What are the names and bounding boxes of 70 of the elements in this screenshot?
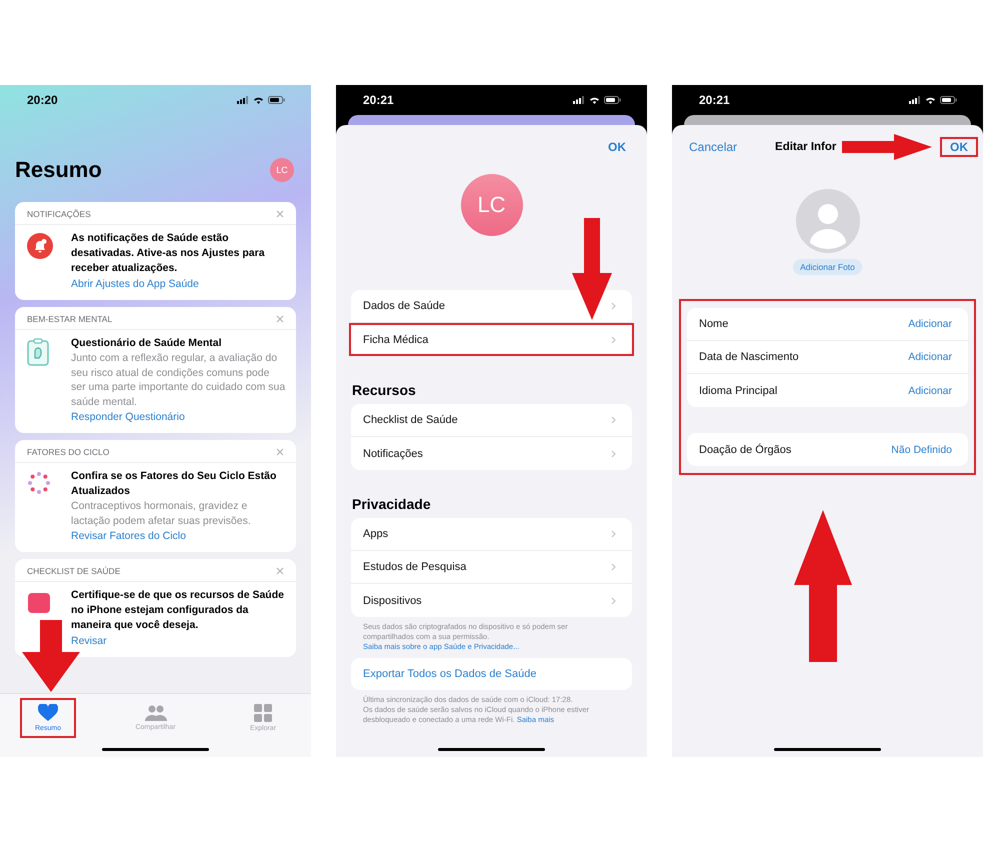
- export-button[interactable]: Exportar Todos os Dados de Saúde: [351, 658, 632, 690]
- card-title: As notificações de Saúde estão desativadas. Ative-as nos Ajustes para receber atualizações.: [71, 231, 266, 276]
- field-value[interactable]: Adicionar: [908, 351, 952, 363]
- ok-button[interactable]: OK: [940, 137, 978, 157]
- status-time: 20:20: [27, 93, 58, 107]
- battery-icon: [940, 96, 957, 104]
- screen-title: Resumo: [15, 157, 102, 183]
- field-label: Nome: [699, 318, 728, 330]
- close-icon[interactable]: [276, 567, 284, 575]
- close-icon[interactable]: [276, 315, 284, 323]
- card-description: Contraceptivos hormonais, gravidez e lactação podem afetar suas previsões.: [71, 499, 252, 528]
- status-time: 20:21: [363, 93, 394, 107]
- grid-icon: [254, 704, 272, 722]
- card-header: NOTIFICAÇÕES: [27, 209, 91, 219]
- card-link[interactable]: Abrir Ajustes do App Saúde: [71, 276, 286, 292]
- battery-icon: [604, 96, 621, 104]
- field-value[interactable]: Não Definido: [891, 444, 952, 456]
- ok-button[interactable]: OK: [602, 137, 632, 157]
- clipboard-icon: [27, 338, 49, 366]
- wifi-icon: [253, 96, 264, 104]
- list-row[interactable]: Apps: [351, 518, 632, 551]
- card-link[interactable]: Revisar Fatores do Ciclo: [71, 528, 286, 544]
- list-row[interactable]: Checklist de Saúde: [351, 404, 632, 437]
- profile-avatar: LC: [460, 174, 522, 236]
- wifi-icon: [589, 96, 600, 104]
- heart-icon: [38, 704, 58, 722]
- card-title: Confira se os Fatores do Seu Ciclo Estão Atualizados: [71, 469, 278, 499]
- profile-avatar[interactable]: LC: [270, 158, 294, 182]
- bell-icon: [27, 233, 53, 259]
- card-link[interactable]: Revisar: [71, 633, 286, 649]
- sheet-title: Editar Infor: [774, 141, 838, 153]
- person-silhouette-icon: [796, 189, 860, 253]
- signal-icon: [237, 96, 249, 104]
- checklist-icon: [27, 590, 51, 614]
- list-row[interactable]: Dispositivos: [351, 584, 632, 617]
- chevron-icon: [611, 336, 616, 344]
- card-header: FATORES DO CICLO: [27, 447, 110, 457]
- chevron-icon: [611, 302, 616, 310]
- card-title: Questionário de Saúde Mental: [71, 336, 223, 351]
- chevron-icon: [611, 596, 616, 604]
- card-link[interactable]: Responder Questionário: [71, 409, 286, 425]
- field-label: Data de Nascimento: [699, 351, 799, 363]
- chevron-icon: [611, 416, 616, 424]
- section-heading: Recursos: [352, 382, 417, 398]
- close-icon[interactable]: [276, 210, 284, 218]
- signal-icon: [573, 96, 585, 104]
- card-description: Junto com a reflexão regular, a avaliação do seu risco atual de condições comuns pode ser uma parte importante do cuidado com sua saúde mental.: [71, 351, 286, 409]
- people-icon: [144, 705, 166, 721]
- card-title: Certifique-se de que os recursos de Saúde no iPhone estejam configurados da maneira que você deseja.: [71, 588, 285, 633]
- list-row[interactable]: Estudos de Pesquisa: [351, 551, 632, 584]
- status-time: 20:21: [699, 93, 730, 107]
- chevron-icon: [611, 450, 616, 458]
- close-icon[interactable]: [276, 448, 284, 456]
- list-row[interactable]: Ficha Médica: [349, 323, 634, 356]
- signal-icon: [909, 96, 921, 104]
- cancel-button[interactable]: Cancelar: [687, 137, 744, 157]
- battery-icon: [268, 96, 285, 104]
- field-label: Idioma Principal: [699, 384, 778, 396]
- field-value[interactable]: Adicionar: [908, 318, 952, 330]
- field-label: Doação de Órgãos: [699, 444, 792, 456]
- wifi-icon: [925, 96, 936, 104]
- list-row[interactable]: Notificações: [351, 437, 632, 470]
- section-heading: Privacidade: [352, 496, 432, 512]
- dotted-ring-icon: [27, 471, 51, 495]
- add-photo-button[interactable]: Adicionar Foto: [793, 259, 862, 275]
- card-header: CHECKLIST DE SAÚDE: [27, 566, 120, 576]
- card-header: BEM-ESTAR MENTAL: [27, 314, 112, 324]
- chevron-icon: [611, 530, 616, 538]
- field-value[interactable]: Adicionar: [908, 384, 952, 396]
- chevron-icon: [611, 563, 616, 571]
